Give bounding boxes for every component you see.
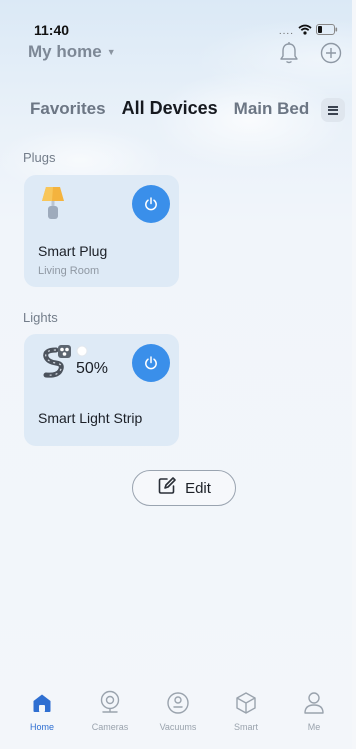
tab-favorites[interactable]: Favorites [30,99,106,119]
device-card-smart-plug[interactable]: Smart Plug Living Room [24,175,179,287]
nav-label-cameras: Cameras [91,722,129,732]
signal-dots: .... [278,25,294,37]
status-icons: .... [279,22,338,40]
lamp-icon [40,185,66,226]
power-button-smart-plug[interactable] [132,185,170,223]
power-icon [145,356,157,370]
bell-icon[interactable] [276,40,302,66]
nav-label-home: Home [29,722,54,732]
device-name: Smart Light Strip [38,410,143,426]
brightness-value: 50% [76,360,109,377]
status-time: 11:40 [34,22,70,38]
edit-label: Edit [185,479,211,497]
home-label: My home [28,42,102,61]
nav-item-home[interactable]: Home [11,690,73,749]
device-room: Living Room [38,265,100,277]
battery-icon [316,22,338,40]
add-circle-icon[interactable] [318,40,344,66]
section-title-plugs: Plugs [23,150,56,165]
wifi-icon [298,22,312,40]
device-card-smart-light-strip[interactable]: 50% Smart Light Strip [24,334,179,446]
section-title-lights: Lights [23,310,58,325]
tab-all-devices[interactable]: All Devices [122,98,218,119]
edit-icon [157,476,177,501]
nav-item-me[interactable]: Me [283,690,345,749]
bottom-nav: Home Cameras Vacuums Smart Me [0,690,356,749]
frame-edge [352,0,356,749]
smart-cube-icon [233,690,259,716]
power-button-smart-light-strip[interactable] [132,344,170,382]
power-icon [145,197,157,211]
camera-icon [97,690,123,716]
person-icon [301,690,327,716]
nav-label-vacuums: Vacuums [159,722,197,732]
tabs-menu-button[interactable] [321,98,345,122]
nav-label-smart: Smart [233,722,258,732]
nav-item-smart[interactable]: Smart [215,690,277,749]
menu-icon [328,105,338,115]
nav-label-me: Me [307,722,321,732]
nav-item-vacuums[interactable]: Vacuums [147,690,209,749]
device-tabs: Favorites All Devices Main Bed [30,98,309,119]
home-icon [29,690,55,716]
tab-main-bed[interactable]: Main Bed [234,99,310,119]
home-selector[interactable]: My home ▼ [28,42,116,62]
device-name: Smart Plug [38,243,108,259]
nav-item-cameras[interactable]: Cameras [79,690,141,749]
caret-down-icon: ▼ [106,47,116,57]
vacuum-icon [165,690,191,716]
edit-button[interactable]: Edit [132,470,236,506]
